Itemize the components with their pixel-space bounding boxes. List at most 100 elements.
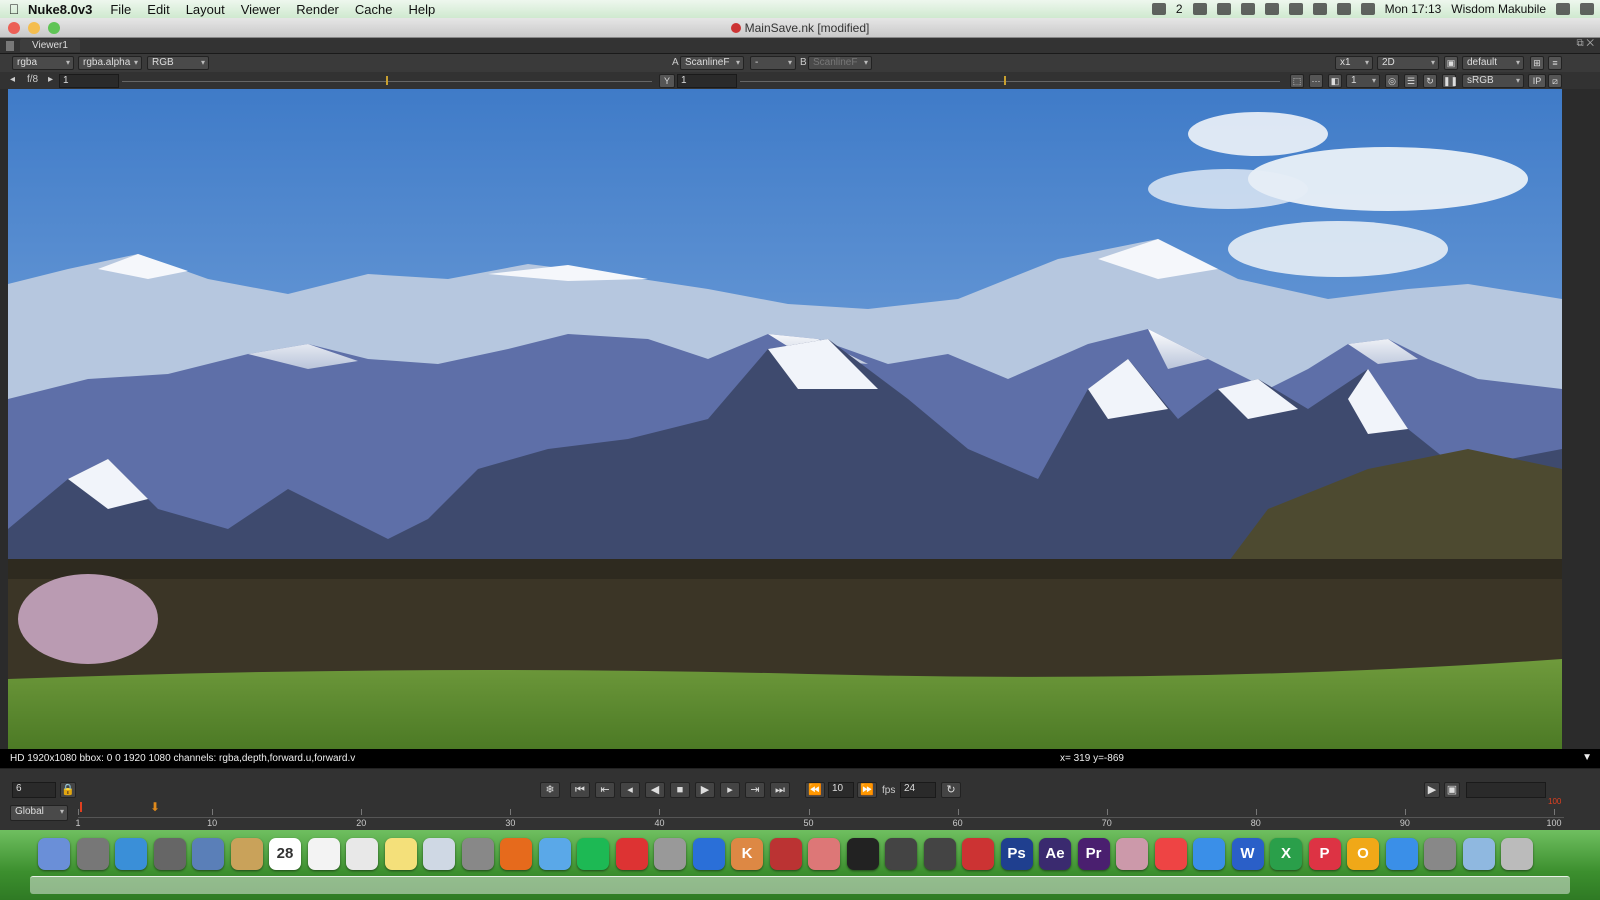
display-icon[interactable] — [1240, 3, 1255, 15]
display-channel-dropdown[interactable]: RGB — [147, 56, 209, 70]
wipe-icon[interactable]: ⧄ — [1548, 74, 1562, 88]
bluetooth-icon[interactable] — [692, 838, 725, 870]
channels-dropdown[interactable]: rgba — [12, 56, 74, 70]
notification-icon[interactable] — [1580, 3, 1594, 15]
launchpad-icon[interactable] — [76, 838, 109, 870]
dropbox-icon[interactable] — [1151, 3, 1166, 15]
wipe-mode-dropdown[interactable]: - — [750, 56, 796, 70]
app-menu[interactable]: Nuke8.0v3 — [28, 2, 92, 17]
fstop-increase-icon[interactable]: ▸ — [48, 74, 53, 85]
calendar-icon[interactable]: 28 — [269, 838, 301, 870]
ip-toggle[interactable]: IP — [1528, 74, 1546, 88]
refresh-icon[interactable]: ↻ — [1423, 74, 1437, 88]
image-capture-icon[interactable] — [654, 838, 686, 870]
first-frame-button[interactable]: ⏮ — [570, 782, 590, 798]
powerpoint-icon[interactable]: P — [1308, 838, 1341, 870]
lut-dropdown[interactable]: default — [1462, 56, 1524, 70]
menu-layout[interactable]: Layout — [186, 2, 225, 17]
play-forward-button[interactable]: ▶ — [695, 782, 715, 798]
photo-browser-icon[interactable] — [153, 838, 186, 870]
skip-frames-field[interactable]: 10 — [828, 782, 854, 798]
last-frame-button[interactable]: ⏭ — [770, 782, 790, 798]
bluetooth-menu-icon[interactable] — [1288, 3, 1303, 15]
view-mode-dropdown[interactable]: 2D — [1377, 56, 1439, 70]
cloud-icon[interactable] — [1216, 3, 1231, 15]
status-badge[interactable]: 2 — [1176, 2, 1183, 16]
itunes-icon[interactable] — [1193, 838, 1225, 870]
timeline[interactable]: 1 10 20 30 40 50 60 70 80 90 100 — [75, 809, 1564, 828]
skip-forward-button[interactable]: ⏩ — [857, 782, 877, 798]
reminders-icon[interactable] — [307, 838, 340, 870]
prev-keyframe-button[interactable]: ⇤ — [595, 782, 615, 798]
timeline-track[interactable] — [78, 817, 1564, 818]
nuke-icon[interactable] — [885, 838, 917, 870]
pause-icon[interactable]: ❚❚ — [1442, 74, 1458, 88]
proxy-icon[interactable]: ◧ — [1328, 74, 1342, 88]
menu-viewer[interactable]: Viewer — [241, 2, 281, 17]
folder-icon[interactable] — [1462, 838, 1495, 870]
input-a-dropdown[interactable]: ScanlineF — [680, 56, 744, 70]
next-keyframe-button[interactable]: ⇥ — [745, 782, 765, 798]
trash-icon[interactable] — [1501, 838, 1533, 870]
time-machine-icon[interactable] — [1264, 3, 1279, 15]
fps-field[interactable]: 24 — [900, 782, 936, 798]
wifi-icon[interactable] — [1312, 3, 1327, 15]
capture-icon[interactable]: ▣ — [1444, 782, 1460, 798]
keynote-icon[interactable]: K — [731, 838, 763, 870]
spotlight-icon[interactable] — [1556, 3, 1570, 15]
current-frame-field[interactable]: 6 — [12, 782, 56, 798]
pane-menu-icon[interactable] — [6, 41, 14, 51]
messages-icon[interactable] — [538, 838, 571, 870]
finder-icon[interactable] — [38, 838, 70, 870]
clipping-icon[interactable]: ⋯ — [1309, 74, 1323, 88]
step-back-button[interactable]: ◂ — [620, 782, 640, 798]
volume-icon[interactable] — [1336, 3, 1351, 15]
gamma-slider-handle[interactable] — [1004, 76, 1006, 85]
premiere-icon[interactable]: Pr — [1077, 838, 1110, 870]
menu-render[interactable]: Render — [296, 2, 339, 17]
overscan-icon[interactable]: ⊞ — [1530, 56, 1544, 70]
menu-edit[interactable]: Edit — [147, 2, 169, 17]
contacts-icon[interactable] — [230, 838, 263, 870]
system-prefs-icon[interactable] — [1424, 838, 1456, 870]
spotify-icon[interactable] — [577, 838, 609, 870]
safari-icon[interactable] — [115, 838, 147, 870]
user-name[interactable]: Wisdom Makubile — [1451, 2, 1546, 16]
snowflake-icon[interactable]: ❄ — [540, 782, 560, 798]
apple-icon[interactable]:  — [0, 1, 28, 17]
firefox-icon[interactable] — [500, 838, 532, 870]
aftereffects-icon[interactable]: Ae — [1039, 838, 1071, 870]
tab-viewer1[interactable]: Viewer1 — [20, 39, 80, 52]
preview2-icon[interactable] — [423, 838, 455, 870]
character-icon[interactable] — [1116, 838, 1148, 870]
menu-help[interactable]: Help — [408, 2, 435, 17]
colorspace-dropdown[interactable]: sRGB — [1462, 74, 1524, 88]
excel-icon[interactable]: X — [1270, 838, 1302, 870]
skip-back-button[interactable]: ⏪ — [805, 782, 825, 798]
proxy-dropdown[interactable]: 1 — [1346, 74, 1380, 88]
roi-icon[interactable]: ⬚ — [1290, 74, 1304, 88]
photoshop-icon[interactable]: Ps — [1000, 838, 1033, 870]
gamma-slider[interactable] — [740, 81, 1280, 82]
viewer-settings-icon[interactable]: ≡ — [1548, 56, 1562, 70]
viewer-canvas[interactable] — [8, 89, 1562, 749]
fstop-label[interactable]: f/8 — [27, 74, 38, 85]
notes-icon[interactable] — [808, 838, 840, 870]
menu-cache[interactable]: Cache — [355, 2, 393, 17]
davinci-icon[interactable] — [962, 838, 994, 870]
preview-icon[interactable] — [192, 838, 224, 870]
menu-file[interactable]: File — [110, 2, 131, 17]
input-b-dropdown[interactable]: ScanlineF — [808, 56, 872, 70]
aperture-icon[interactable] — [846, 838, 879, 870]
stickies-icon[interactable] — [384, 838, 417, 870]
lock-icon[interactable]: 🔒 — [60, 782, 76, 798]
range-mode-dropdown[interactable]: Global — [10, 805, 68, 821]
zoom-dropdown[interactable]: x1 — [1335, 56, 1373, 70]
step-forward-button[interactable]: ▸ — [720, 782, 740, 798]
pane-controls[interactable]: ⧉ ✕ — [1576, 38, 1594, 49]
range-field[interactable] — [1466, 782, 1546, 798]
fstop-decrease-icon[interactable]: ◂ — [10, 74, 15, 85]
downloads-icon[interactable] — [615, 838, 648, 870]
flag-icon[interactable] — [1360, 3, 1375, 15]
loop-icon[interactable]: ↻ — [941, 782, 961, 798]
